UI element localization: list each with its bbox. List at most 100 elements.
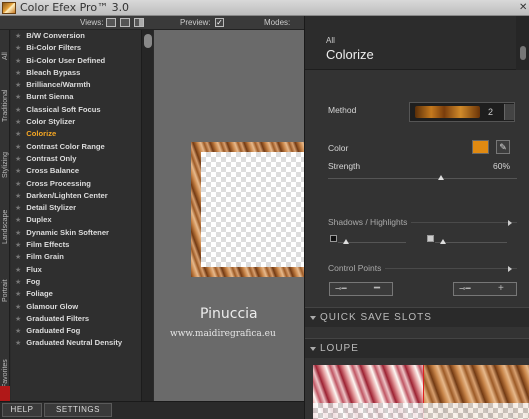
favorite-star-icon[interactable]: ★ bbox=[15, 242, 21, 249]
filter-list-item[interactable]: ★ Colorize bbox=[11, 128, 141, 140]
title-bar: Color Efex Pro™ 3.0 ✕ bbox=[0, 0, 529, 16]
preview-checkbox[interactable]: ✓ bbox=[215, 18, 224, 27]
filter-list-item[interactable]: ★ Graduated Filters bbox=[11, 313, 141, 325]
favorite-star-icon[interactable]: ★ bbox=[15, 340, 21, 347]
favorite-star-icon[interactable]: ★ bbox=[15, 168, 21, 175]
favorite-star-icon[interactable]: ★ bbox=[15, 107, 21, 114]
filter-list-item[interactable]: ★ Contrast Color Range bbox=[11, 141, 141, 153]
preview-canvas[interactable] bbox=[154, 30, 304, 401]
favorite-star-icon[interactable]: ★ bbox=[15, 193, 21, 200]
scrollbar-thumb[interactable] bbox=[520, 46, 526, 60]
filter-name: Dynamic Skin Softener bbox=[26, 227, 109, 237]
filter-list-scrollbar[interactable] bbox=[141, 30, 153, 401]
eyedropper-icon[interactable]: ✎ bbox=[496, 140, 510, 154]
favorite-star-icon[interactable]: ★ bbox=[15, 82, 21, 89]
filter-list-item[interactable]: ★ Bleach Bypass bbox=[11, 67, 141, 79]
strength-slider-thumb[interactable] bbox=[438, 175, 445, 180]
filter-list-item[interactable]: ★ Film Grain bbox=[11, 251, 141, 263]
scrollbar-thumb[interactable] bbox=[144, 34, 152, 48]
shadows-slider-thumb[interactable] bbox=[343, 239, 349, 244]
color-swatch[interactable] bbox=[472, 140, 489, 154]
favorite-star-icon[interactable]: ★ bbox=[15, 58, 21, 65]
favorite-star-icon[interactable]: ★ bbox=[15, 254, 21, 261]
filter-list-item[interactable]: ★ Bi-Color Filters bbox=[11, 42, 141, 54]
preview-label: Preview: bbox=[180, 18, 211, 27]
close-icon[interactable]: ✕ bbox=[519, 2, 527, 13]
loupe-header[interactable]: LOUPE bbox=[305, 338, 529, 358]
favorite-star-icon[interactable]: ★ bbox=[15, 205, 21, 212]
tab-portrait[interactable]: Portrait bbox=[0, 244, 10, 302]
remove-control-point-button[interactable]: ⊸━ ━ bbox=[329, 282, 393, 296]
filter-list-item[interactable]: ★ Cross Balance bbox=[11, 165, 141, 177]
filter-list-item[interactable]: ★ Contrast Only bbox=[11, 153, 141, 165]
favorite-star-icon[interactable]: ★ bbox=[15, 45, 21, 52]
favorite-star-icon[interactable]: ★ bbox=[15, 267, 21, 274]
filter-list-item[interactable]: ★ Burnt Sienna bbox=[11, 91, 141, 103]
strength-slider-track[interactable] bbox=[328, 178, 517, 179]
favorite-star-icon[interactable]: ★ bbox=[15, 144, 21, 151]
favorite-star-icon[interactable]: ★ bbox=[15, 94, 21, 101]
filter-list-item[interactable]: ★ Foliage bbox=[11, 288, 141, 300]
favorite-star-icon[interactable]: ★ bbox=[15, 119, 21, 126]
filter-list-item[interactable]: ★ Detail Stylizer bbox=[11, 202, 141, 214]
filter-name: Duplex bbox=[26, 215, 52, 225]
panel-scrollbar[interactable] bbox=[516, 16, 529, 70]
filter-name: Brilliance/Warmth bbox=[26, 80, 91, 90]
tab-all[interactable]: All bbox=[0, 30, 10, 60]
help-button[interactable]: HELP bbox=[2, 403, 42, 417]
filter-list-item[interactable]: ★ Bi-Color User Defined bbox=[11, 55, 141, 67]
tab-favorites[interactable]: Favorites bbox=[0, 330, 10, 388]
settings-button[interactable]: SETTINGS bbox=[44, 403, 112, 417]
favorite-star-icon[interactable]: ★ bbox=[15, 70, 21, 77]
highlights-slider-thumb[interactable] bbox=[440, 239, 446, 244]
favorite-star-icon[interactable]: ★ bbox=[15, 230, 21, 237]
filter-list-item[interactable]: ★ Graduated Neutral Density bbox=[11, 337, 141, 349]
favorite-star-icon[interactable]: ★ bbox=[15, 291, 21, 298]
tab-landscape[interactable]: Landscape bbox=[0, 178, 10, 244]
split-view-button[interactable] bbox=[120, 18, 130, 27]
tab-traditional[interactable]: Traditional bbox=[0, 60, 10, 122]
filter-name: B/W Conversion bbox=[26, 31, 85, 40]
favorite-star-icon[interactable]: ★ bbox=[15, 328, 21, 335]
filter-list-item[interactable]: ★ Darken/Lighten Center bbox=[11, 190, 141, 202]
minus-icon: ━ bbox=[374, 283, 381, 294]
method-label: Method bbox=[328, 105, 357, 115]
tab-label: Portrait bbox=[2, 279, 9, 302]
filter-list-item[interactable]: ★ Color Stylizer bbox=[11, 116, 141, 128]
breadcrumb[interactable]: All bbox=[326, 36, 335, 45]
favorite-star-icon[interactable]: ★ bbox=[15, 304, 21, 311]
filter-list-item[interactable]: ★ Brilliance/Warmth bbox=[11, 79, 141, 91]
favorite-star-icon[interactable]: ★ bbox=[15, 181, 21, 188]
tab-stylizing[interactable]: Stylizing bbox=[0, 122, 10, 178]
favorite-star-icon[interactable]: ★ bbox=[15, 279, 21, 286]
loupe-preview[interactable] bbox=[313, 365, 529, 419]
quick-save-slots-header[interactable]: QUICK SAVE SLOTS bbox=[305, 307, 529, 327]
control-point-icon: ⊸━ bbox=[459, 284, 471, 293]
filter-list-item[interactable]: ★ Cross Processing bbox=[11, 178, 141, 190]
filter-list-item[interactable]: ★ Glamour Glow bbox=[11, 301, 141, 313]
filter-list-item[interactable]: ★ Classical Soft Focus bbox=[11, 104, 141, 116]
favorite-star-icon[interactable]: ★ bbox=[15, 217, 21, 224]
favorite-star-icon[interactable]: ★ bbox=[15, 33, 21, 40]
filter-list-item[interactable]: ★ Duplex bbox=[11, 214, 141, 226]
side-by-side-view-button[interactable] bbox=[134, 18, 144, 27]
filter-list-item[interactable]: ★ Fog bbox=[11, 276, 141, 288]
favorite-star-icon[interactable]: ★ bbox=[15, 131, 21, 138]
filter-list-item[interactable]: ★ Graduated Fog bbox=[11, 325, 141, 337]
add-control-point-button[interactable]: ⊸━ + bbox=[453, 282, 517, 296]
filter-name: Bi-Color User Defined bbox=[26, 55, 106, 65]
preview-image bbox=[191, 142, 304, 277]
filter-list-item[interactable]: ★ Film Effects bbox=[11, 239, 141, 251]
favorite-star-icon[interactable]: ★ bbox=[15, 316, 21, 323]
favorite-star-icon[interactable]: ★ bbox=[15, 156, 21, 163]
app-title: Color Efex Pro™ 3.0 bbox=[20, 1, 130, 14]
single-view-button[interactable] bbox=[106, 18, 116, 27]
method-selector[interactable]: 2 bbox=[409, 102, 515, 122]
filter-list-item[interactable]: ★ Dynamic Skin Softener bbox=[11, 227, 141, 239]
expand-arrow-icon[interactable] bbox=[508, 266, 512, 272]
strength-value: 60% bbox=[493, 161, 511, 171]
method-stepper-arrows[interactable] bbox=[504, 104, 514, 120]
expand-arrow-icon[interactable] bbox=[508, 220, 512, 226]
filter-list-item[interactable]: ★ B/W Conversion bbox=[11, 30, 141, 42]
filter-list-item[interactable]: ★ Flux bbox=[11, 264, 141, 276]
